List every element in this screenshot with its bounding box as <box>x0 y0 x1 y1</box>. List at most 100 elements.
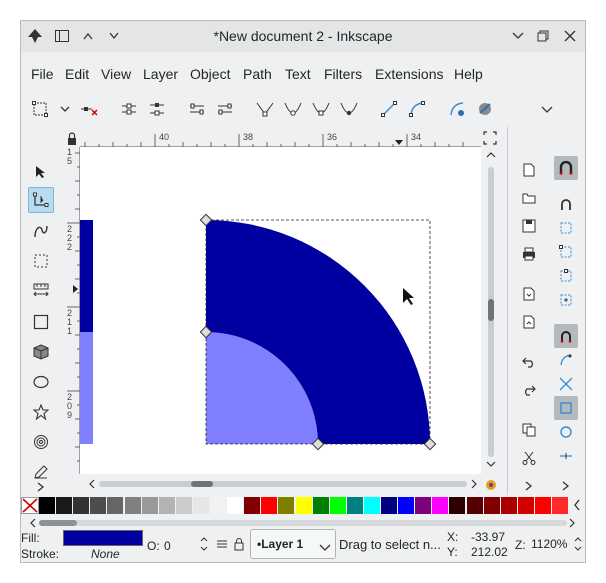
palette-swatch[interactable] <box>432 497 449 514</box>
node-smooth-icon[interactable] <box>280 96 306 122</box>
layer-lock-icon[interactable] <box>233 537 245 551</box>
print-document-icon[interactable] <box>517 242 541 266</box>
palette-swatch[interactable] <box>244 497 261 514</box>
palette-swatch[interactable] <box>107 497 124 514</box>
zoom-field[interactable]: 1120% <box>531 533 573 555</box>
commands-more-chevron-icon[interactable] <box>517 476 541 496</box>
palette-swatch[interactable] <box>363 497 380 514</box>
palette-swatch[interactable] <box>295 497 312 514</box>
menu-file[interactable]: File <box>31 66 54 82</box>
menu-text[interactable]: Text <box>285 66 311 82</box>
snap-nodes-icon[interactable] <box>554 324 578 348</box>
ruler-lock-icon[interactable] <box>64 131 80 147</box>
copy-icon[interactable] <box>517 418 541 442</box>
palette-swatch[interactable] <box>552 497 568 514</box>
toolbox-more-chevron-icon[interactable] <box>28 477 54 497</box>
snap-more-chevron-icon[interactable] <box>554 476 578 496</box>
import-icon[interactable] <box>517 282 541 306</box>
new-document-icon[interactable] <box>517 158 541 182</box>
horizontal-ruler[interactable]: 40 38 36 34 <box>80 131 481 147</box>
palette-swatch[interactable] <box>278 497 295 514</box>
palette-swatch[interactable] <box>261 497 278 514</box>
minimize-icon[interactable] <box>509 27 527 45</box>
zoom-region-tool-icon[interactable] <box>28 248 54 274</box>
toolbar-overflow-chevron-icon[interactable] <box>534 96 560 122</box>
palette-swatch[interactable] <box>227 497 244 514</box>
stroke-to-path-icon[interactable] <box>472 96 498 122</box>
palette-swatch[interactable] <box>175 497 192 514</box>
node-symmetric-icon[interactable] <box>308 96 334 122</box>
palette-swatch[interactable] <box>500 497 517 514</box>
palette-swatch[interactable] <box>39 497 55 514</box>
chevron-down-icon[interactable] <box>52 96 78 122</box>
menu-object[interactable]: Object <box>190 66 230 82</box>
snap-bbox-corner-icon[interactable] <box>554 240 578 264</box>
snap-bbox-icon[interactable] <box>554 192 578 216</box>
export-icon[interactable] <box>517 310 541 334</box>
save-document-icon[interactable] <box>517 214 541 238</box>
break-path-icon[interactable] <box>144 96 170 122</box>
drawing-canvas[interactable] <box>80 147 481 474</box>
maximize-icon[interactable] <box>534 27 552 45</box>
menu-edit[interactable]: Edit <box>65 66 89 82</box>
star-tool-icon[interactable] <box>28 399 54 425</box>
palette-swatch[interactable] <box>158 497 175 514</box>
menu-layer[interactable]: Layer <box>143 66 178 82</box>
palette-swatch[interactable] <box>466 497 483 514</box>
snap-cusp-nodes-icon[interactable] <box>554 396 578 420</box>
current-layer-dropdown[interactable]: •Layer 1 <box>250 529 336 559</box>
palette-swatch[interactable] <box>415 497 432 514</box>
selector-tool-icon[interactable] <box>28 159 54 185</box>
segment-curve-icon[interactable] <box>404 96 430 122</box>
palette-swatch[interactable] <box>329 497 346 514</box>
palette-scroll-left-icon[interactable] <box>573 499 583 511</box>
stroke-value[interactable]: None <box>91 547 120 561</box>
undo-icon[interactable] <box>517 350 541 374</box>
menu-extensions[interactable]: Extensions <box>375 66 443 82</box>
snap-bbox-center-icon[interactable] <box>554 288 578 312</box>
cut-icon[interactable] <box>517 446 541 470</box>
measure-tool-icon[interactable] <box>28 277 54 303</box>
palette-swatch[interactable] <box>312 497 329 514</box>
menu-filters[interactable]: Filters <box>324 66 362 82</box>
no-paint-swatch[interactable] <box>21 497 39 514</box>
palette-swatch[interactable] <box>381 497 397 514</box>
snap-paths-icon[interactable] <box>554 348 578 372</box>
palette-swatch[interactable] <box>517 497 534 514</box>
vertical-ruler[interactable]: 1 5 2 2 2 2 1 1 2 0 9 <box>64 147 80 474</box>
palette-swatch[interactable] <box>483 497 500 514</box>
snap-smooth-nodes-icon[interactable] <box>554 420 578 444</box>
palette-swatch[interactable] <box>56 497 73 514</box>
snap-intersections-icon[interactable] <box>554 372 578 396</box>
join-segment-icon[interactable] <box>184 96 210 122</box>
snap-enable-icon[interactable] <box>554 156 578 180</box>
vertical-scrollbar[interactable] <box>484 147 498 473</box>
spiral-tool-icon[interactable] <box>28 429 54 455</box>
zoom-to-fit-icon[interactable] <box>483 131 499 147</box>
3d-box-tool-icon[interactable] <box>28 339 54 365</box>
object-to-path-icon[interactable] <box>444 96 470 122</box>
opacity-spin-icon[interactable] <box>199 535 211 555</box>
palette-swatch[interactable] <box>90 497 107 514</box>
zoom-spin-icon[interactable] <box>573 535 583 555</box>
node-auto-smooth-icon[interactable] <box>336 96 362 122</box>
snap-bbox-midpoint-icon[interactable] <box>554 264 578 288</box>
delete-segment-icon[interactable] <box>212 96 238 122</box>
color-manage-toggle-icon[interactable] <box>485 479 497 491</box>
snap-line-midpoints-icon[interactable] <box>554 444 578 468</box>
open-document-icon[interactable] <box>517 186 541 210</box>
snap-bbox-edge-icon[interactable] <box>554 216 578 240</box>
menu-help[interactable]: Help <box>454 66 483 82</box>
palette-swatch[interactable] <box>124 497 141 514</box>
palette-swatch[interactable] <box>192 497 209 514</box>
delete-node-icon[interactable] <box>76 96 102 122</box>
menu-view[interactable]: View <box>101 66 131 82</box>
palette-swatch[interactable] <box>398 497 415 514</box>
tweak-tool-icon[interactable] <box>28 218 54 244</box>
join-nodes-icon[interactable] <box>116 96 142 122</box>
palette-swatch[interactable] <box>73 497 90 514</box>
horizontal-scrollbar[interactable] <box>85 477 481 491</box>
node-tool-icon[interactable] <box>28 187 54 213</box>
palette-scrollbar[interactable] <box>29 516 577 528</box>
palette-swatch[interactable] <box>346 497 363 514</box>
